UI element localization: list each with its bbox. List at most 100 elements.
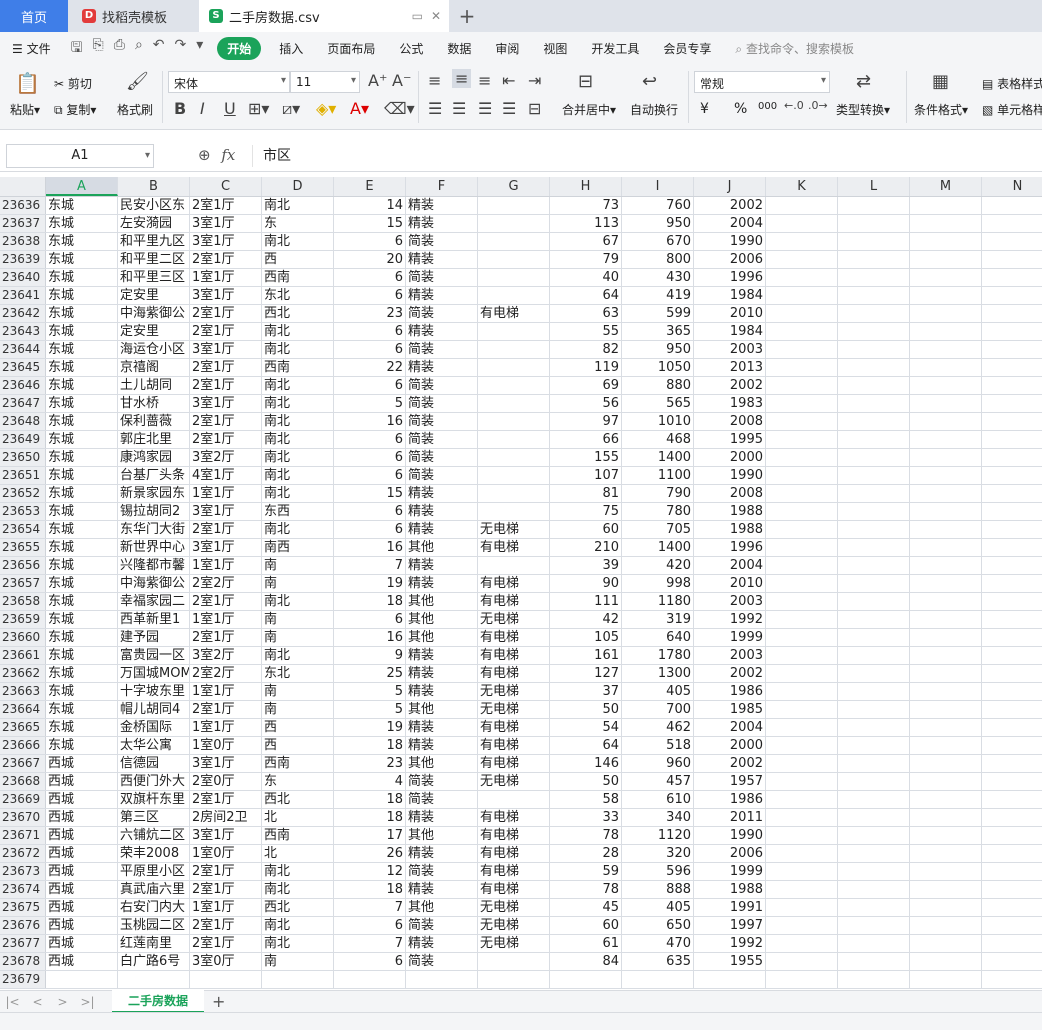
cell-n[interactable] [982, 863, 1042, 880]
cell-g[interactable]: 有电梯 [478, 755, 550, 772]
row-header[interactable]: 23646 [0, 377, 46, 394]
cell-k[interactable] [766, 593, 838, 610]
cell-g[interactable] [478, 395, 550, 412]
command-search[interactable]: ⌕ 查找命令、搜索模板 [723, 40, 866, 57]
cell-c[interactable]: 4室1厅 [190, 467, 262, 484]
cell-e[interactable]: 25 [334, 665, 406, 682]
cell-d[interactable]: 东 [262, 773, 334, 790]
cell-j[interactable]: 1999 [694, 863, 766, 880]
cell-g[interactable] [478, 323, 550, 340]
cell-e[interactable]: 18 [334, 791, 406, 808]
cell-j[interactable]: 2006 [694, 845, 766, 862]
cell-g[interactable]: 有电梯 [478, 647, 550, 664]
cell-m[interactable] [910, 791, 982, 808]
cell-j[interactable]: 2003 [694, 647, 766, 664]
cell-n[interactable] [982, 233, 1042, 250]
cell-j[interactable]: 1988 [694, 881, 766, 898]
cell-e[interactable]: 6 [334, 269, 406, 286]
cell-m[interactable] [910, 197, 982, 214]
cell-k[interactable] [766, 899, 838, 916]
print-preview-icon[interactable]: ⌕ [135, 37, 143, 61]
cell-f[interactable]: 精装 [406, 647, 478, 664]
cell-f[interactable]: 精装 [406, 575, 478, 592]
cell-c[interactable]: 2室1厅 [190, 791, 262, 808]
cell-a[interactable]: 西城 [46, 755, 118, 772]
column-header-g[interactable]: G [478, 177, 550, 196]
cell-l[interactable] [838, 647, 910, 664]
row-header[interactable]: 23650 [0, 449, 46, 466]
cell-g[interactable] [478, 233, 550, 250]
cell-a[interactable]: 西城 [46, 917, 118, 934]
cell-b[interactable]: 万国城MOMA [118, 665, 190, 682]
cell-h[interactable]: 50 [550, 773, 622, 790]
cell-i[interactable]: 1010 [622, 413, 694, 430]
cell-a[interactable]: 西城 [46, 845, 118, 862]
tab-template[interactable]: D 找稻壳模板 [70, 0, 198, 32]
column-header-a[interactable]: A [46, 177, 118, 196]
cell-f[interactable]: 精装 [406, 935, 478, 952]
cell-k[interactable] [766, 431, 838, 448]
row-header[interactable]: 23652 [0, 485, 46, 502]
cell-b[interactable]: 兴隆都市馨 [118, 557, 190, 574]
cell-f[interactable]: 其他 [406, 755, 478, 772]
cell-h[interactable]: 56 [550, 395, 622, 412]
row-header[interactable]: 23645 [0, 359, 46, 376]
cell-m[interactable] [910, 953, 982, 970]
cell-f[interactable]: 精装 [406, 485, 478, 502]
cell-c[interactable]: 2室1厅 [190, 935, 262, 952]
cell-j[interactable]: 1992 [694, 935, 766, 952]
cell-k[interactable] [766, 503, 838, 520]
cell-c[interactable]: 2房间2卫 [190, 809, 262, 826]
cell-n[interactable] [982, 413, 1042, 430]
cell-k[interactable] [766, 863, 838, 880]
cell-d[interactable]: 南北 [262, 485, 334, 502]
cell-l[interactable] [838, 665, 910, 682]
cell-e[interactable]: 9 [334, 647, 406, 664]
cell-g[interactable]: 有电梯 [478, 881, 550, 898]
row-header[interactable]: 23657 [0, 575, 46, 592]
cell-n[interactable] [982, 305, 1042, 322]
cell-h[interactable]: 60 [550, 521, 622, 538]
cell-f[interactable]: 其他 [406, 629, 478, 646]
cell-k[interactable] [766, 683, 838, 700]
cell-j[interactable]: 1988 [694, 503, 766, 520]
cell-k[interactable] [766, 953, 838, 970]
cell-b[interactable]: 中海紫御公 [118, 305, 190, 322]
cell-i[interactable]: 405 [622, 899, 694, 916]
cell-m[interactable] [910, 341, 982, 358]
cell-m[interactable] [910, 485, 982, 502]
cell-f[interactable]: 简装 [406, 269, 478, 286]
cell-a[interactable]: 东城 [46, 251, 118, 268]
cell-c[interactable]: 3室1厅 [190, 287, 262, 304]
cell-k[interactable] [766, 809, 838, 826]
row-header[interactable]: 23639 [0, 251, 46, 268]
cell-j[interactable]: 1990 [694, 827, 766, 844]
cell-m[interactable] [910, 611, 982, 628]
cell-a[interactable]: 东城 [46, 701, 118, 718]
row-header[interactable]: 23666 [0, 737, 46, 754]
cell-d[interactable]: 南 [262, 557, 334, 574]
cell-l[interactable] [838, 431, 910, 448]
increase-decimal-icon[interactable]: ←.0 [784, 99, 804, 112]
cell-c[interactable]: 3室1厅 [190, 233, 262, 250]
align-middle-icon[interactable]: ≡ [452, 69, 472, 88]
cell-k[interactable] [766, 647, 838, 664]
row-header[interactable]: 23647 [0, 395, 46, 412]
cell-e[interactable]: 17 [334, 827, 406, 844]
cell-k[interactable] [766, 341, 838, 358]
column-header-i[interactable]: I [622, 177, 694, 196]
cell-l[interactable] [838, 269, 910, 286]
cell-e[interactable]: 6 [334, 449, 406, 466]
cell-d[interactable]: 东 [262, 215, 334, 232]
cell-d[interactable]: 西北 [262, 791, 334, 808]
cell-e[interactable]: 7 [334, 557, 406, 574]
cell-g[interactable] [478, 503, 550, 520]
cell-m[interactable] [910, 503, 982, 520]
cell-k[interactable] [766, 917, 838, 934]
cell-c[interactable]: 3室1厅 [190, 341, 262, 358]
cell-b[interactable]: 和平里二区 [118, 251, 190, 268]
cell-f[interactable]: 简装 [406, 467, 478, 484]
cell-f[interactable]: 精装 [406, 323, 478, 340]
cell-h[interactable]: 105 [550, 629, 622, 646]
cell-i[interactable]: 650 [622, 917, 694, 934]
